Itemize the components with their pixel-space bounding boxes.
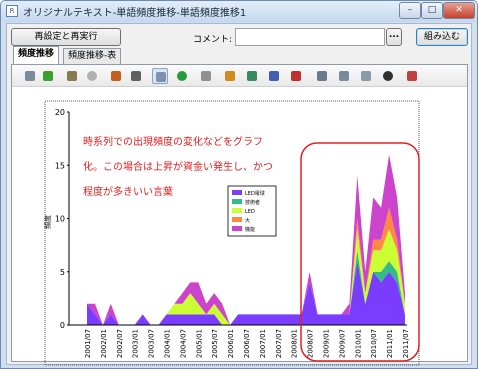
legend-swatch <box>232 199 242 204</box>
x-tick-label: 2007/07 <box>275 329 283 358</box>
x-tick-label: 2008/01 <box>291 329 299 358</box>
y-axis-label: 頻度 <box>43 215 52 229</box>
y-tick-label: 20 <box>55 108 65 117</box>
legend-swatch <box>232 226 242 231</box>
legend-swatch <box>232 208 242 213</box>
x-tick-label: 2004/07 <box>179 329 187 358</box>
x-tick-label: 2005/07 <box>211 329 219 358</box>
x-tick-label: 2011/07 <box>402 329 410 358</box>
x-tick-label: 2002/01 <box>100 329 108 358</box>
x-tick-label: 2010/07 <box>370 329 378 358</box>
legend-label: 機能 <box>245 226 255 233</box>
x-tick-label: 2010/01 <box>354 329 362 358</box>
x-tick-label: 2008/07 <box>307 329 315 358</box>
x-tick-label: 2009/01 <box>323 329 331 358</box>
legend: LED電球技術者 LED 大機能 <box>227 185 277 237</box>
x-tick-label: 2002/07 <box>116 329 124 358</box>
legend-swatch <box>232 217 242 222</box>
y-tick-label: 5 <box>60 268 65 277</box>
x-tick-label: 2011/01 <box>386 329 394 358</box>
legend-label: 技術者 <box>245 199 260 206</box>
legend-label: 大 <box>245 217 250 224</box>
x-tick-label: 2007/01 <box>259 329 267 358</box>
annotation-line: 化。この場合は上昇が資金い発生し、かつ <box>83 160 273 173</box>
legend-swatch <box>232 190 242 195</box>
x-tick-label: 2006/07 <box>243 329 251 358</box>
x-tick-label: 2006/01 <box>227 329 235 358</box>
x-tick-label: 2003/01 <box>132 329 140 358</box>
x-tick-label: 2009/07 <box>338 329 346 358</box>
series-area-LED電球 <box>87 261 405 325</box>
x-tick-label: 2004/01 <box>164 329 172 358</box>
x-tick-label: 2001/07 <box>84 329 92 358</box>
x-tick-label: 2003/07 <box>148 329 156 358</box>
annotation-line: 時系列での出現頻度の変化などをグラフ <box>83 135 263 148</box>
x-tick-label: 2005/01 <box>195 329 203 358</box>
y-tick-label: 0 <box>60 321 65 330</box>
legend-label: LED <box>245 209 255 215</box>
y-tick-label: 15 <box>55 161 65 170</box>
chart: 0 5 10 15 20 2001/07 2002/01 2002/07 2003/01 200… <box>43 100 420 366</box>
annotation-line: 程度が多きいい言葉 <box>83 185 173 198</box>
y-tick-label: 10 <box>55 215 65 224</box>
legend-label: LED電球 <box>245 190 265 197</box>
